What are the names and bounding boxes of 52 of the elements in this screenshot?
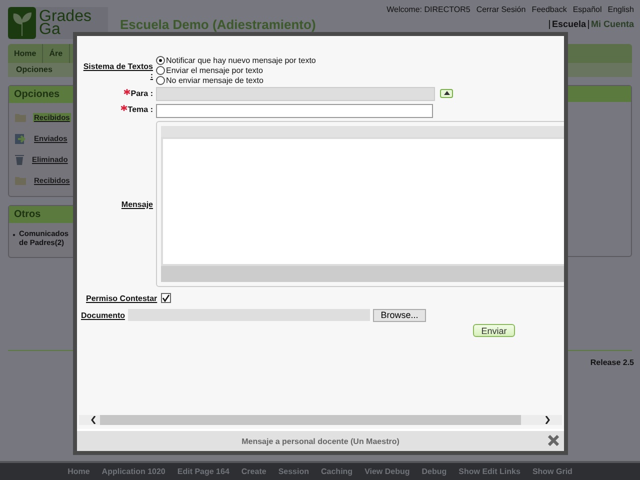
- browse-button[interactable]: Browse...: [373, 308, 426, 322]
- radio-label[interactable]: Notificar que hay nuevo mensaje por texto: [166, 56, 316, 65]
- field-label: Sistema de Textos :: [82, 62, 153, 80]
- collapse-button[interactable]: [440, 88, 453, 98]
- debug-link[interactable]: Edit Page 164: [177, 467, 230, 476]
- field-label: Permiso Contestar: [86, 294, 158, 302]
- debug-link[interactable]: Caching: [321, 467, 353, 476]
- folder-icon: [15, 112, 26, 122]
- debug-link[interactable]: Create: [241, 467, 266, 476]
- debug-link[interactable]: Session: [278, 467, 309, 476]
- release-text: Release 2.5: [590, 358, 634, 367]
- folder-icon: [15, 176, 26, 184]
- chevron-right-icon: [545, 416, 550, 424]
- header-link[interactable]: Cerrar Sesión: [476, 5, 526, 14]
- send-button[interactable]: Enviar: [473, 324, 515, 337]
- debug-link[interactable]: Debug: [422, 467, 447, 476]
- welcome-text: Welcome: DIRECTOR5: [386, 5, 470, 14]
- field-label: Documento: [81, 310, 125, 320]
- arrow-box-icon: [15, 132, 26, 144]
- debug-link[interactable]: View Debug: [364, 467, 410, 476]
- subject-field[interactable]: [156, 104, 433, 118]
- field-label: Tema :: [128, 105, 153, 114]
- chevron-left-icon: [91, 416, 96, 424]
- file-field[interactable]: [128, 309, 370, 321]
- recipient-field[interactable]: [156, 87, 435, 101]
- field-label: Mensaje: [121, 200, 153, 208]
- radio-button[interactable]: [156, 66, 165, 75]
- debug-link[interactable]: Show Edit Links: [458, 467, 520, 476]
- sprout-icon: [8, 7, 36, 39]
- debug-link[interactable]: Application 1020: [102, 467, 166, 476]
- logo-word: Grades: [39, 10, 92, 23]
- account-link[interactable]: Escuela: [552, 19, 586, 29]
- radio-label[interactable]: No enviar mensaje de texto: [166, 76, 264, 85]
- horizontal-scrollbar[interactable]: [79, 415, 562, 425]
- field-label: Para :: [130, 88, 153, 98]
- school-title: Escuela Demo (Adiestramiento): [120, 17, 316, 32]
- caret-icon: [444, 91, 450, 95]
- radio-button[interactable]: [156, 76, 165, 85]
- radio-label[interactable]: Enviar el mensaje por texto: [166, 66, 263, 75]
- subnav-link[interactable]: Opciones: [16, 65, 52, 74]
- debug-link[interactable]: Show Grid: [532, 467, 572, 476]
- header-link[interactable]: Español: [572, 5, 602, 14]
- trash-icon: [15, 154, 24, 164]
- header-link[interactable]: English: [608, 5, 634, 14]
- radio-button[interactable]: [156, 56, 165, 65]
- dialog-title: Mensaje a personal docente (Un Maestro): [242, 436, 400, 446]
- account-link[interactable]: Mi Cuenta: [590, 19, 634, 29]
- logo-word: Ga: [39, 23, 60, 36]
- checkbox[interactable]: [161, 293, 172, 303]
- close-icon[interactable]: [548, 435, 559, 446]
- debug-link[interactable]: Home: [68, 467, 90, 476]
- header-link[interactable]: Feedback: [532, 5, 567, 14]
